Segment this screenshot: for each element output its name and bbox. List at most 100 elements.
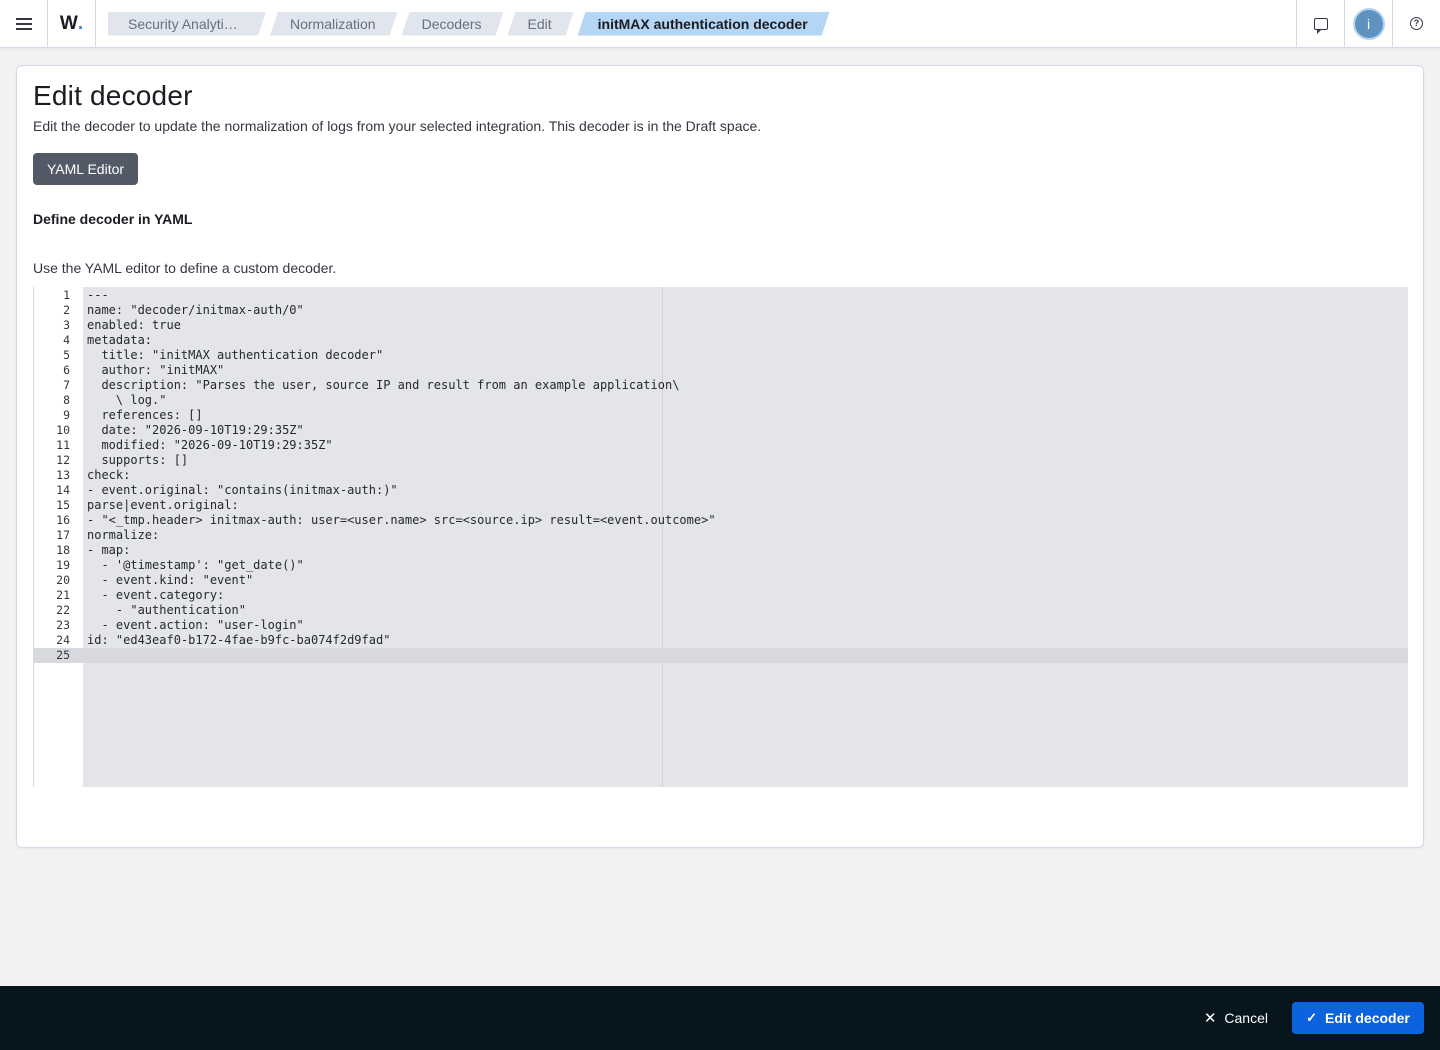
code-line[interactable]: 18 - map:: [34, 543, 1408, 558]
page-title: Edit decoder: [33, 80, 193, 111]
line-number: 12: [56, 453, 70, 467]
code-text: author: "initMAX": [87, 363, 225, 377]
line-number: 22: [56, 603, 70, 617]
code-text: ---: [87, 288, 109, 302]
code-text: date: "2026-09-10T19:29:35Z": [87, 423, 304, 437]
user-menu-button[interactable]: i: [1344, 0, 1392, 48]
code-line[interactable]: 13 check:: [34, 468, 1408, 483]
line-number: 7: [63, 378, 70, 392]
line-number: 17: [56, 528, 70, 542]
breadcrumb-edit[interactable]: Edit: [508, 12, 574, 36]
yaml-editor-button[interactable]: YAML Editor: [33, 153, 139, 185]
check-icon: ✓: [1306, 1010, 1318, 1025]
breadcrumb: Security Analyti… Normalization Decoders…: [108, 0, 826, 48]
line-number: 5: [63, 348, 70, 362]
app-logo[interactable]: W.: [48, 0, 96, 48]
section-description: Use the YAML editor to define a custom d…: [33, 260, 337, 276]
line-number: 8: [63, 393, 70, 407]
code-text: - "<_tmp.header> initmax-auth: user=<use…: [87, 513, 716, 527]
code-line[interactable]: 10 date: "2026-09-10T19:29:35Z": [34, 423, 1408, 438]
code-line[interactable]: 19 - '@timestamp': "get_date()": [34, 558, 1408, 573]
menu-toggle-button[interactable]: [0, 0, 48, 48]
code-text: description: "Parses the user, source IP…: [87, 378, 680, 392]
line-number: 14: [56, 483, 70, 497]
code-line[interactable]: 1 ---: [34, 288, 1408, 303]
code-line[interactable]: 3 enabled: true: [34, 318, 1408, 333]
line-number: 21: [56, 588, 70, 602]
code-text: parse|event.original:: [87, 498, 239, 512]
code-line[interactable]: 8 \ log.": [34, 393, 1408, 408]
line-number: 2: [63, 303, 70, 317]
news-feed-button[interactable]: [1296, 0, 1344, 48]
code-text: check:: [87, 468, 131, 482]
breadcrumb-security-analytics[interactable]: Security Analyti…: [108, 12, 266, 36]
edit-decoder-label: Edit decoder: [1325, 1010, 1410, 1026]
code-text: name: "decoder/initmax-auth/0": [87, 303, 304, 317]
close-icon: ✕: [1203, 1009, 1217, 1027]
code-text: - event.category:: [87, 588, 225, 602]
code-text: title: "initMAX authentication decoder": [87, 348, 384, 362]
code-text: enabled: true: [87, 318, 181, 332]
top-header: W. Security Analyti… Normalization Decod…: [0, 0, 1440, 48]
line-number: 25: [34, 648, 83, 663]
code-text: - "authentication": [87, 603, 246, 617]
line-number: 19: [56, 558, 70, 572]
edit-decoder-button[interactable]: ✓ Edit decoder: [1292, 1002, 1424, 1034]
code-line[interactable]: 25: [34, 648, 1408, 663]
code-line[interactable]: 20 - event.kind: "event": [34, 573, 1408, 588]
line-number: 6: [63, 363, 70, 377]
code-text: metadata:: [87, 333, 153, 347]
code-text: id: "ed43eaf0-b172-4fae-b9fc-ba074f2d9fa…: [87, 633, 391, 647]
code-line[interactable]: 9 references: []: [34, 408, 1408, 423]
code-line[interactable]: 14 - event.original: "contains(initmax-au…: [34, 483, 1408, 498]
code-text: normalize:: [87, 528, 160, 542]
code-text: supports: []: [87, 453, 189, 467]
breadcrumb-decoders[interactable]: Decoders: [402, 12, 504, 36]
hamburger-icon: [15, 17, 32, 30]
code-line[interactable]: 11 modified: "2026-09-10T19:29:35Z": [34, 438, 1408, 453]
avatar: i: [1352, 7, 1385, 40]
code-line[interactable]: 5 title: "initMAX authentication decoder…: [34, 348, 1408, 363]
code-line[interactable]: 23 - event.action: "user-login": [34, 618, 1408, 633]
code-text: - event.action: "user-login": [87, 618, 304, 632]
code-line[interactable]: 16 - "<_tmp.header> initmax-auth: user=<u…: [34, 513, 1408, 528]
yaml-code-editor[interactable]: 1 --- 2 name: "decoder/initmax-auth/0" 3 enab…: [33, 287, 1408, 787]
code-line[interactable]: 17 normalize:: [34, 528, 1408, 543]
code-line[interactable]: 24 id: "ed43eaf0-b172-4fae-b9fc-ba074f2d9…: [34, 633, 1408, 648]
help-button[interactable]: ?: [1392, 0, 1440, 48]
bottom-action-bar: ✕ Cancel ✓ Edit decoder: [0, 986, 1440, 1050]
page-description: Edit the decoder to update the normaliza…: [33, 118, 762, 134]
code-line[interactable]: 6 author: "initMAX": [34, 363, 1408, 378]
line-number: 23: [56, 618, 70, 632]
breadcrumb-current-decoder: initMAX authentication decoder: [578, 12, 830, 36]
code-line[interactable]: 7 description: "Parses the user, source …: [34, 378, 1408, 393]
code-line[interactable]: 15 parse|event.original:: [34, 498, 1408, 513]
breadcrumb-normalization[interactable]: Normalization: [270, 12, 398, 36]
cancel-label: Cancel: [1224, 1010, 1268, 1026]
code-line[interactable]: 4 metadata:: [34, 333, 1408, 348]
code-text: - map:: [87, 543, 131, 557]
header-actions: i ?: [1296, 0, 1440, 48]
line-number: 20: [56, 573, 70, 587]
line-number: 11: [56, 438, 70, 452]
code-text: \ log.": [87, 393, 167, 407]
line-number: 13: [56, 468, 70, 482]
section-title: Define decoder in YAML: [33, 211, 193, 227]
line-number: 4: [63, 333, 70, 347]
code-text: - event.kind: "event": [87, 573, 254, 587]
code-line[interactable]: 22 - "authentication": [34, 603, 1408, 618]
line-number: 24: [56, 633, 70, 647]
line-number: 10: [56, 423, 70, 437]
help-icon: ?: [1410, 17, 1423, 30]
code-lines: 1 --- 2 name: "decoder/initmax-auth/0" 3 enab…: [34, 288, 1408, 663]
code-line[interactable]: 2 name: "decoder/initmax-auth/0": [34, 303, 1408, 318]
code-line[interactable]: 21 - event.category:: [34, 588, 1408, 603]
code-line[interactable]: 12 supports: []: [34, 453, 1408, 468]
cancel-button[interactable]: ✕ Cancel: [1198, 1002, 1274, 1034]
line-number: 1: [63, 288, 70, 302]
line-number: 15: [56, 498, 70, 512]
code-text: references: []: [87, 408, 203, 422]
chat-bubble-icon: [1313, 17, 1328, 34]
line-number: 16: [56, 513, 70, 527]
edit-decoder-panel: Edit decoder Edit the decoder to update …: [16, 65, 1424, 848]
